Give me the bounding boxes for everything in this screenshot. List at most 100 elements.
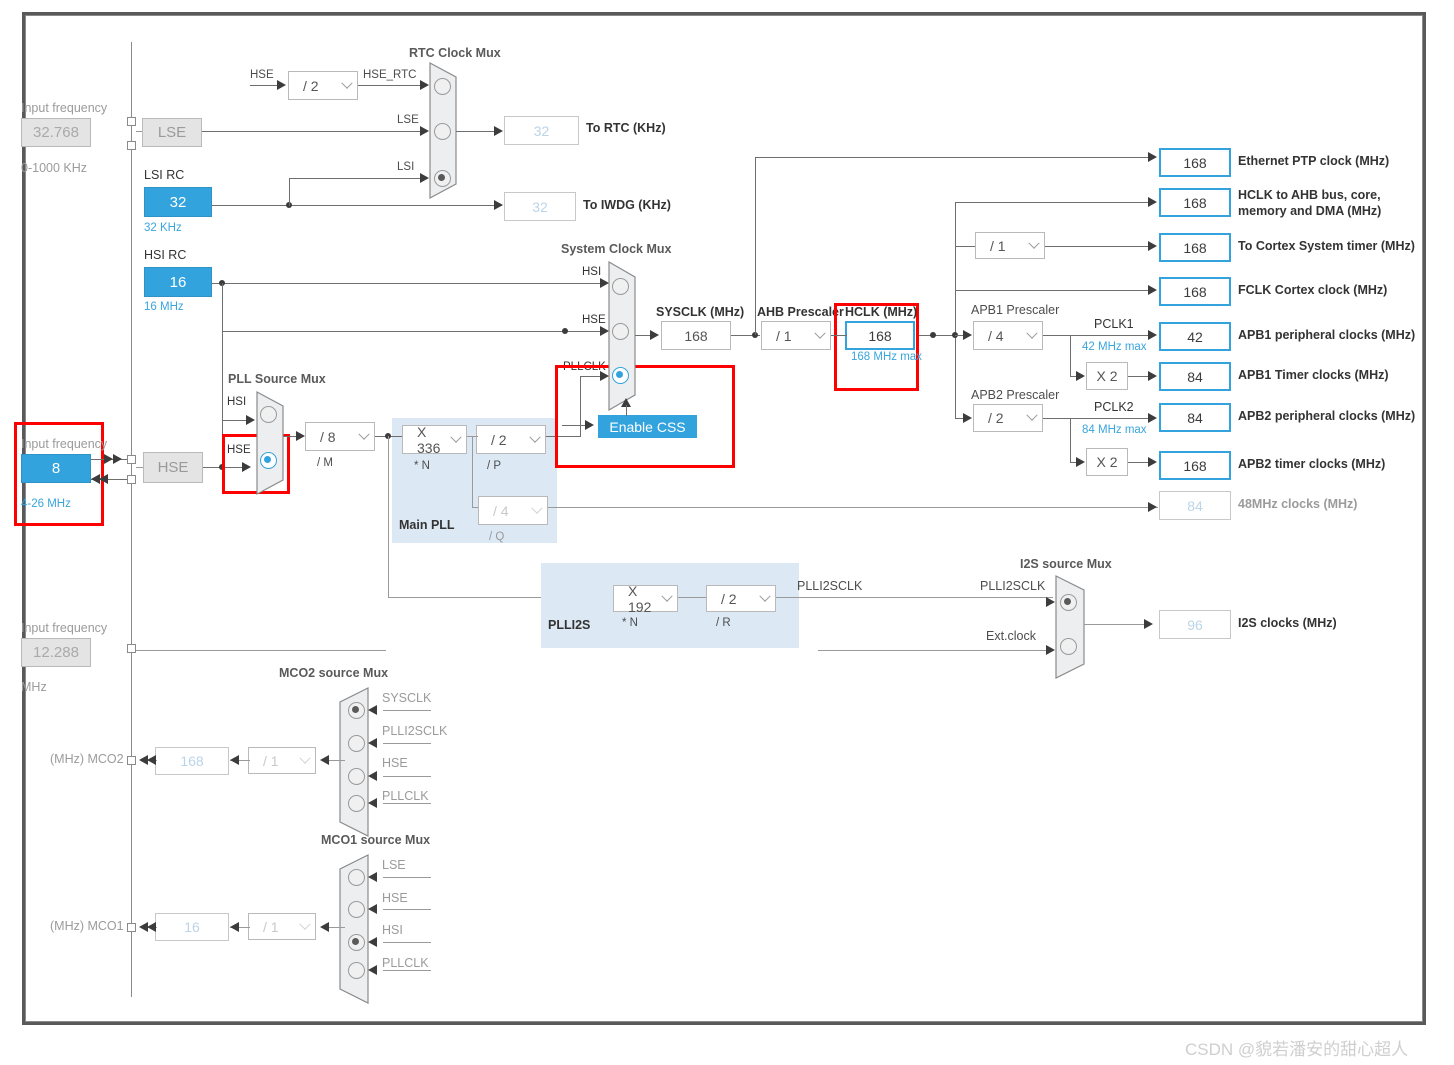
apb1-out-line (1043, 335, 1153, 336)
sysclk-ptp-vert (755, 157, 756, 335)
mco1-in-line-1 (383, 909, 431, 910)
apb1-prescaler-label: APB1 Prescaler (971, 303, 1060, 317)
mco2-div-out-arrow (230, 755, 239, 765)
output-label-48mhz-clocks: 48MHz clocks (MHz) (1238, 497, 1358, 511)
hse-oscillator-box[interactable]: HSE (143, 452, 203, 483)
plli2s-r-dropdown[interactable]: / 2 (706, 585, 776, 612)
pll-q-divider-dropdown[interactable]: / 4 (478, 496, 548, 525)
mco2-mux-out-arrow (320, 755, 329, 765)
output-label-apb1-timer: APB1 Timer clocks (MHz) (1238, 368, 1389, 382)
rtc-mux-option-hse-rtc[interactable] (434, 78, 451, 95)
ahb-prescaler-dropdown[interactable]: / 1 (761, 321, 831, 350)
mco2-in-arrow-3 (368, 798, 377, 808)
output-value-apb1-peripheral: 42 (1159, 322, 1231, 351)
hse-in-arrow-b (113, 454, 122, 464)
rtc-hse-arrow (277, 80, 286, 90)
sysmux-option-pllclk[interactable] (612, 367, 629, 384)
pllmux-out-arrow (296, 431, 305, 441)
i2s-ext-pin[interactable] (127, 644, 136, 653)
enable-css-button[interactable]: Enable CSS (598, 415, 697, 438)
mco1-in-arrow-1 (368, 904, 377, 914)
mco1-pin-arrow-b (139, 922, 148, 932)
pll-n-multiplier-dropdown[interactable]: X 336 (402, 423, 467, 456)
apb1-prescaler-value: / 4 (988, 327, 1004, 344)
mco2-mux-option-pllclk[interactable] (348, 795, 365, 812)
mco1-pin[interactable] (127, 923, 136, 932)
mco2-pin[interactable] (127, 756, 136, 765)
mco2-in-line-2 (383, 776, 431, 777)
i2s-ext-line (136, 650, 386, 651)
pll-p-divider-dropdown[interactable]: / 2 (476, 425, 546, 454)
mco1-input-hsi-label: HSI (382, 923, 403, 937)
mco2-input-hse-label: HSE (382, 756, 408, 770)
hse-pin-top[interactable] (127, 455, 136, 464)
hsi-frequency-field[interactable]: 16 (144, 267, 212, 297)
to-iwdg-label: To IWDG (KHz) (583, 198, 671, 212)
i2s-ext-input-field[interactable]: 12.288 (21, 638, 91, 667)
mco1-mux-option-pllclk[interactable] (348, 962, 365, 979)
mco2-mux-option-sysclk[interactable] (348, 702, 365, 719)
mco2-mux-option-plli2sclk[interactable] (348, 735, 365, 752)
pll-mux-option-hsi[interactable] (260, 406, 277, 423)
rtc-hse-divider-dropdown[interactable]: / 2 (288, 71, 358, 100)
mco1-value-box: 16 (155, 913, 229, 941)
lse-oscillator-box[interactable]: LSE (142, 118, 202, 147)
lsi-rc-title: LSI RC (144, 168, 185, 182)
lse-to-rtcmux-line (202, 131, 420, 132)
mco1-divider-dropdown[interactable]: / 1 (248, 913, 316, 940)
output-label-hclk-ahb: HCLK to AHB bus, core, memory and DMA (M… (1238, 188, 1382, 218)
i2s-mux-out-line (1084, 624, 1148, 625)
mco2-divider-dropdown[interactable]: / 1 (248, 747, 316, 774)
cortex-div-out-line (1045, 246, 1153, 247)
clock-configuration-diagram: Input frequency 32.768 0-1000 KHz LSE LS… (0, 0, 1454, 1065)
pll-m-value: / 8 (320, 428, 336, 445)
pll-mux-option-hse[interactable] (260, 452, 277, 469)
cortex-systimer-divider-dropdown[interactable]: / 1 (975, 232, 1045, 259)
mco2-input-plli2sclk-label: PLLI2SCLK (382, 724, 448, 738)
hse-pin-bottom[interactable] (127, 475, 136, 484)
mco2-in-line-1 (383, 743, 431, 744)
hsi-to-sysmux-line (212, 283, 602, 284)
i2s-source-mux-title: I2S source Mux (1020, 557, 1112, 571)
rtc-mux-option-lsi[interactable] (434, 170, 451, 187)
mco2-mux-option-hse[interactable] (348, 768, 365, 785)
sysclk-ptp-horiz (755, 157, 1153, 158)
hclk-max-note: 168 MHz max (851, 351, 922, 363)
pll-source-mux-title: PLL Source Mux (228, 372, 326, 386)
mco1-mux-option-hse[interactable] (348, 901, 365, 918)
i2s-out-arrow (1144, 619, 1153, 629)
mco1-div-out-arrow (230, 922, 239, 932)
output-label-cortex-systimer: To Cortex System timer (MHz) (1238, 239, 1415, 253)
hse-rtc-signal-label: HSE_RTC (363, 69, 417, 81)
lse-input-frequency-field[interactable]: 32.768 (21, 118, 91, 147)
pll-n-value: X 336 (417, 423, 441, 456)
mco1-divider-value: / 1 (263, 918, 279, 935)
lse-pin-bottom[interactable] (127, 141, 136, 150)
hsi-rc-title: HSI RC (144, 248, 187, 262)
mco2-pin-arrow-a (147, 755, 156, 765)
output-value-apb1-timer: 84 (1159, 362, 1231, 391)
pll-m-divider-dropdown[interactable]: / 8 (305, 422, 375, 451)
chevron-down-icon (1022, 322, 1042, 349)
rtc-mux-option-lse[interactable] (434, 123, 451, 140)
lsi-frequency-field[interactable]: 32 (144, 187, 212, 217)
plli2sclk-label-b: PLLI2SCLK (980, 579, 1046, 593)
apb2-prescaler-label: APB2 Prescaler (971, 388, 1060, 402)
i2s-source-mux[interactable] (1055, 575, 1092, 679)
mco1-mux-option-hsi[interactable] (348, 934, 365, 951)
i2s-mux-option-plli2sclk[interactable] (1060, 594, 1077, 611)
plli2s-n-dropdown[interactable]: X 192 (613, 583, 678, 615)
mco2-divider-value: / 1 (263, 752, 279, 769)
chevron-down-icon (446, 426, 466, 453)
i2s-mux-option-extclock[interactable] (1060, 638, 1077, 655)
apb1-prescaler-dropdown[interactable]: / 4 (973, 321, 1043, 350)
lse-pin-top[interactable] (127, 117, 136, 126)
mco1-mux-option-lse[interactable] (348, 869, 365, 886)
mco2-in-arrow-1 (368, 738, 377, 748)
apb2-timer-vert (1070, 418, 1071, 462)
sysmux-option-hse[interactable] (612, 323, 629, 340)
chevron-down-icon (295, 914, 315, 939)
hse-input-frequency-field[interactable]: 8 (21, 454, 91, 483)
sysmux-option-hsi[interactable] (612, 278, 629, 295)
apb2-prescaler-dropdown[interactable]: / 2 (973, 404, 1043, 432)
